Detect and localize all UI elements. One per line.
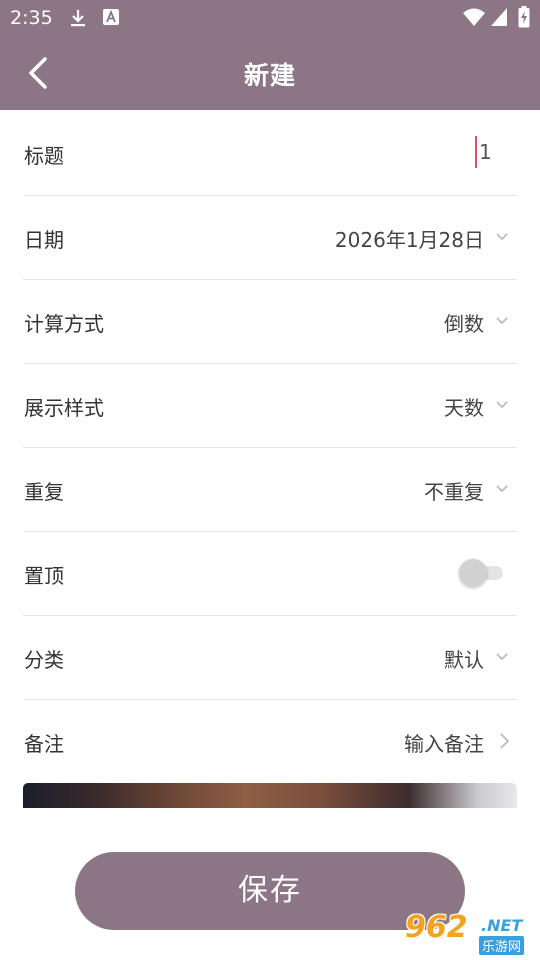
date-label: 日期 <box>24 228 64 252</box>
chevron-down-icon <box>496 233 508 241</box>
date-row[interactable]: 日期 2026年1月28日 <box>23 196 517 280</box>
app-bar: 新建 <box>0 36 540 110</box>
date-value[interactable]: 2026年1月28日 <box>335 224 484 253</box>
background-image-preview[interactable] <box>23 783 517 808</box>
title-label: 标题 <box>24 144 64 168</box>
chevron-down-icon <box>496 401 508 409</box>
category-row[interactable]: 分类 默认 <box>23 616 517 700</box>
category-value[interactable]: 默认 <box>444 644 484 673</box>
repeat-value[interactable]: 不重复 <box>424 476 484 505</box>
watermark-logo: 962 .NET 乐游网 <box>401 910 535 956</box>
note-input[interactable]: 输入备注 <box>404 728 484 757</box>
watermark-text: 乐游网 <box>479 936 525 955</box>
repeat-row[interactable]: 重复 不重复 <box>23 448 517 532</box>
category-label: 分类 <box>24 648 64 672</box>
pin-label: 置顶 <box>24 564 64 588</box>
download-icon <box>71 10 85 27</box>
new-event-form: 标题 1 日期 2026年1月28日 计算方式 倒数 展示样式 天数 重复 不重… <box>23 112 517 783</box>
note-label: 备注 <box>24 732 64 756</box>
status-time: 2:35 <box>10 7 53 29</box>
wifi-icon <box>463 8 485 26</box>
status-bar: 2:35 <box>0 0 540 36</box>
title-row[interactable]: 标题 1 <box>23 112 517 196</box>
title-input[interactable]: 1 <box>479 140 492 164</box>
chevron-down-icon <box>496 653 508 661</box>
a-notification-icon <box>103 9 119 25</box>
chevron-right-icon <box>500 733 510 749</box>
battery-charging-icon <box>518 6 530 28</box>
pin-row: 置顶 <box>23 532 517 616</box>
calc-method-row[interactable]: 计算方式 倒数 <box>23 280 517 364</box>
display-style-value[interactable]: 天数 <box>444 392 484 421</box>
repeat-label: 重复 <box>24 480 64 504</box>
signal-icon <box>491 8 507 26</box>
note-row[interactable]: 备注 输入备注 <box>23 700 517 783</box>
watermark-net: .NET <box>481 916 523 935</box>
chevron-down-icon <box>496 485 508 493</box>
text-cursor <box>475 136 477 168</box>
page-title: 新建 <box>243 61 296 90</box>
display-style-label: 展示样式 <box>24 396 104 420</box>
calc-method-value[interactable]: 倒数 <box>444 308 484 337</box>
pin-toggle[interactable] <box>459 559 487 587</box>
chevron-down-icon <box>496 317 508 325</box>
watermark-number: 962 <box>405 910 468 945</box>
calc-method-label: 计算方式 <box>24 312 104 336</box>
display-style-row[interactable]: 展示样式 天数 <box>23 364 517 448</box>
